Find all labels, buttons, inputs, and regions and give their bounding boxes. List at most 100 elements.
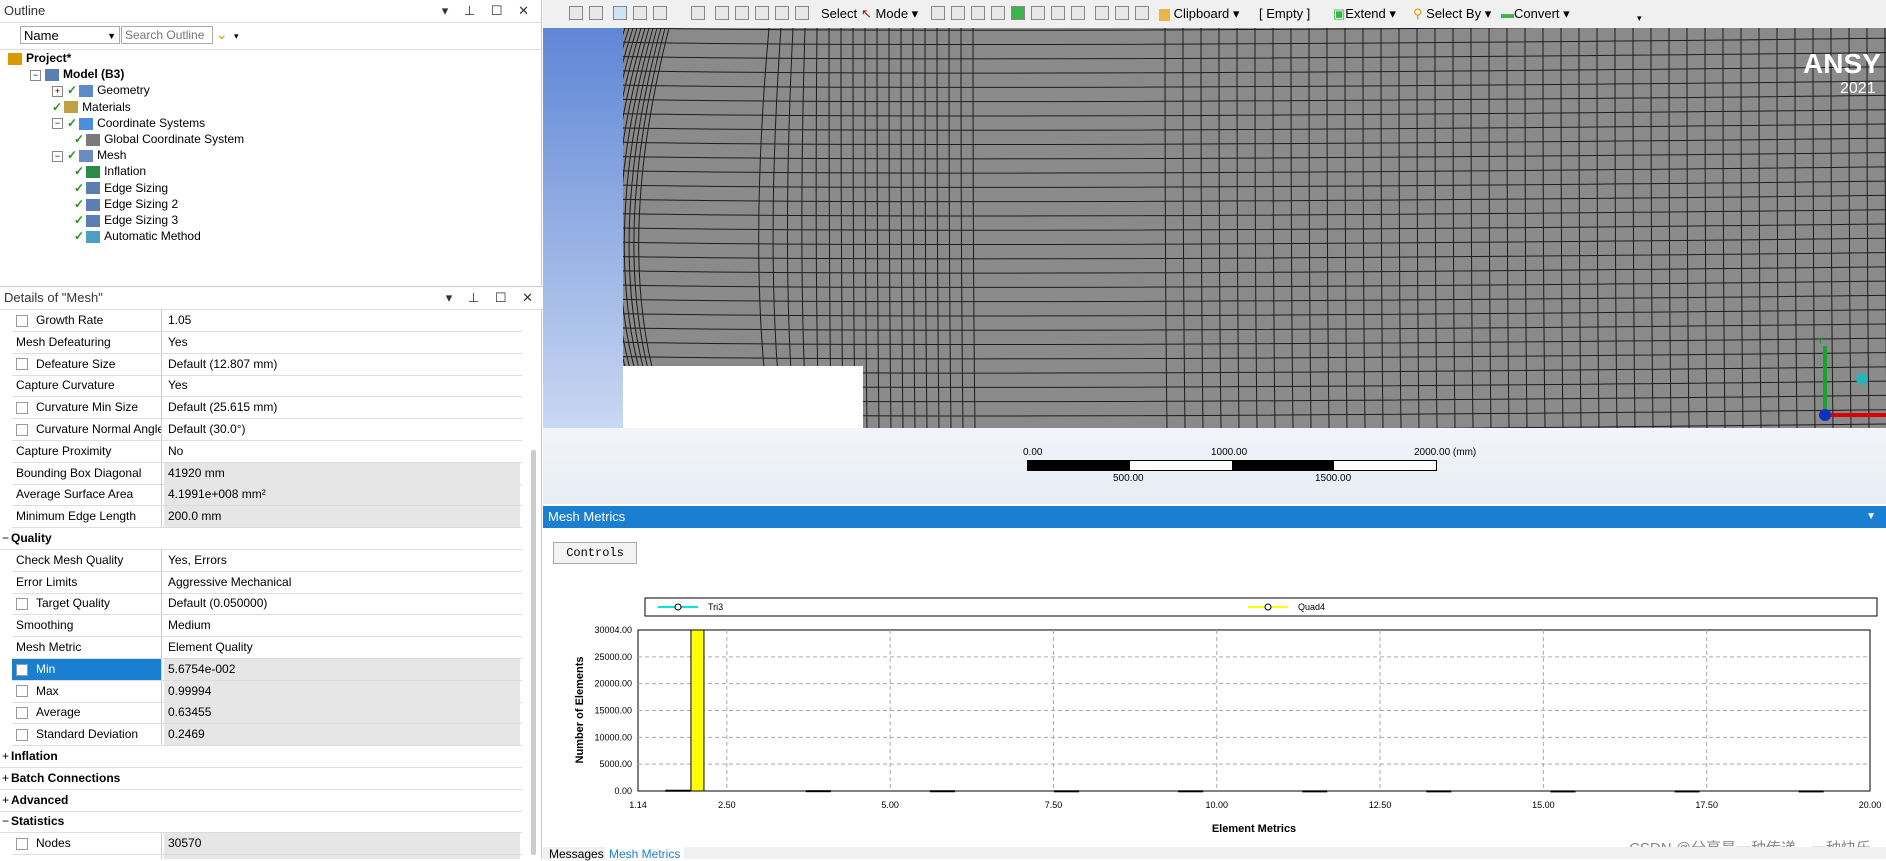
details-value[interactable]: Default (12.807 mm) [164,354,520,375]
graphics-viewport[interactable]: ANSY 2021 Y 0.00 1000.00 2000.00 (mm) 50… [543,28,1886,504]
tree-item[interactable]: ✓ Materials [52,99,131,115]
details-value[interactable]: 0.63455 [164,702,520,724]
details-row[interactable]: Max 0.99994 [12,680,522,703]
zoom-out-icon[interactable] [589,6,603,20]
toolbar-overflow-icon[interactable]: ▾ [1637,9,1642,27]
extend-button[interactable]: ▣Extend ▾ [1333,5,1396,23]
details-value[interactable]: Yes [164,375,520,396]
details-value[interactable]: Aggressive Mechanical [164,572,520,593]
details-row[interactable]: Target Quality Default (0.050000) [12,593,522,616]
parameter-checkbox[interactable] [16,663,28,676]
details-row[interactable]: Elements30147 [12,855,522,859]
parameter-checkbox[interactable] [16,685,28,698]
details-group[interactable]: + Inflation [0,746,522,768]
details-row[interactable]: Capture Proximity No [12,440,522,463]
group-expander-icon[interactable]: + [0,768,11,789]
details-row[interactable]: Error Limits Aggressive Mechanical [12,571,522,594]
parameter-checkbox[interactable] [16,402,28,415]
details-row[interactable]: Mesh Defeaturing Yes [12,331,522,354]
shaded-icon[interactable] [633,6,647,20]
tree-expander-icon[interactable]: − [30,69,41,81]
zoom-in-icon[interactable] [569,6,583,20]
select-element-icon[interactable] [1051,6,1065,20]
details-value[interactable]: Default (25.615 mm) [164,397,520,418]
parameter-checkbox[interactable] [16,358,28,371]
details-scrollbar[interactable] [531,450,536,855]
convert-button[interactable]: ▬Convert ▾ [1501,5,1570,23]
select-mesh-icon[interactable] [1071,6,1085,20]
details-value[interactable]: Default (0.050000) [164,593,520,614]
body-select-icon[interactable] [613,6,627,20]
details-row[interactable]: Average 0.63455 [12,702,522,725]
details-group[interactable]: − Statistics [0,811,522,834]
parameter-checkbox[interactable] [16,598,28,611]
details-row[interactable]: Check Mesh Quality Yes, Errors [12,549,522,572]
details-row[interactable]: Curvature Normal Angle Default (30.0°) [12,419,522,441]
tree-item[interactable]: Project* [8,50,71,66]
name-filter-select[interactable]: Name ▼ [20,26,120,44]
details-row[interactable]: Minimum Edge Length 200.0 mm [12,506,522,529]
tree-item[interactable]: ✓ Global Coordinate System [74,131,244,147]
details-value[interactable]: Medium [164,615,520,636]
pan-icon[interactable] [715,6,729,20]
details-row[interactable]: Growth Rate 1.05 [12,310,522,332]
details-row[interactable]: Capture Curvature Yes [12,375,522,398]
select-vertex-icon[interactable] [931,6,945,20]
label-icon[interactable] [1135,6,1149,20]
group-expander-icon[interactable]: − [0,528,11,549]
tree-item[interactable]: ✓ Edge Sizing 2 [74,196,178,212]
search-outline-input[interactable] [121,26,213,44]
details-row[interactable]: Mesh Metric Element Quality [12,637,522,659]
parameter-checkbox[interactable] [16,729,28,742]
zoom-to-fit-icon[interactable] [775,6,789,20]
tree-item[interactable]: ✓ Inflation [74,163,146,179]
details-row[interactable]: Smoothing Medium [12,615,522,638]
details-value[interactable]: Yes, Errors [164,550,520,571]
filter-chevron-icon[interactable]: ⌄ [216,26,228,43]
details-row[interactable]: Defeature Size Default (12.807 mm) [12,353,522,376]
details-value[interactable]: 200.0 mm [164,506,520,528]
details-value[interactable]: 1.05 [164,310,520,331]
tree-item[interactable]: ✓ Automatic Method [74,228,201,244]
tree-item[interactable]: − ✓ Mesh [52,147,126,163]
tree-item[interactable]: ✓ Edge Sizing 3 [74,212,178,228]
parameter-checkbox[interactable] [16,707,28,720]
mesh-metrics-collapse-icon[interactable]: ▼ [1866,506,1876,528]
details-row[interactable]: Bounding Box Diagonal 41920 mm [12,462,522,485]
details-group[interactable]: − Quality [0,528,522,550]
details-value[interactable]: No [164,441,520,462]
annotation-icon[interactable] [1115,6,1129,20]
tree-item[interactable]: − Model (B3) [30,66,124,82]
details-value[interactable]: 5.6754e-002 [164,658,520,680]
details-value[interactable]: 30147 [164,855,520,859]
zoom-box-icon[interactable] [735,6,749,20]
magnifier-icon[interactable] [795,6,809,20]
details-row[interactable]: Curvature Min Size Default (25.615 mm) [12,397,522,420]
select-face-icon[interactable] [971,6,985,20]
zoom-fit-icon[interactable] [755,6,769,20]
outline-window-controls[interactable]: ▾ ⊥ ☐ ✕ [442,0,535,22]
select-body-icon[interactable] [991,6,1005,20]
details-value[interactable]: Element Quality [164,637,520,658]
parameter-checkbox[interactable] [16,423,28,436]
select-by-button[interactable]: ⚲ Select By ▾ [1413,5,1491,23]
details-row[interactable]: Standard Deviation 0.2469 [12,724,522,747]
select-button[interactable]: Select [821,5,857,23]
select-node-icon[interactable] [1011,6,1025,20]
select-edge-icon[interactable] [951,6,965,20]
details-value[interactable]: Default (30.0°) [164,419,520,440]
tree-item[interactable]: + ✓ Geometry [52,82,150,98]
details-value[interactable]: 41920 mm [164,462,520,484]
wireframe-icon[interactable] [653,6,667,20]
rotate-icon[interactable] [691,6,705,20]
details-value[interactable]: 30570 [164,833,520,855]
details-row[interactable]: Nodes 30570 [12,833,522,856]
group-expander-icon[interactable]: − [0,811,11,832]
group-expander-icon[interactable]: + [0,746,11,767]
mode-button[interactable]: ↖ Mode ▾ [861,5,918,23]
explode-icon[interactable] [1095,6,1109,20]
details-value[interactable]: 0.2469 [164,724,520,746]
details-window-controls[interactable]: ▾ ⊥ ☐ ✕ [446,287,539,309]
controls-button[interactable]: Controls [553,542,637,564]
select-element-face-icon[interactable] [1031,6,1045,20]
